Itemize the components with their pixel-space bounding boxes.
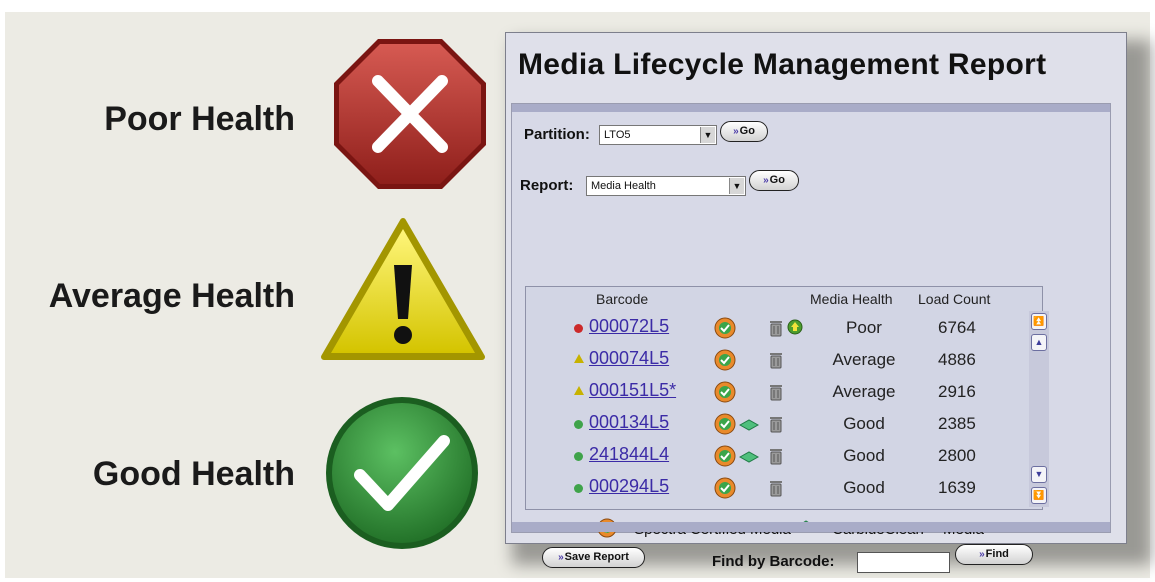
partition-go-button[interactable]: »Go (720, 121, 768, 142)
scroll-down-button[interactable]: ▼ (1031, 466, 1047, 483)
poor-health-stop-icon (330, 35, 490, 198)
load-count-cell: 2385 (938, 414, 976, 433)
barcode-link[interactable]: 000074L5 (589, 348, 669, 369)
average-health-label: Average Health (48, 277, 295, 315)
report-window: Media Lifecycle Management Report Partit… (505, 32, 1127, 573)
average-status-icon (574, 386, 584, 395)
double-chevron-right-icon: » (558, 552, 564, 563)
media-table: Barcode Media Health Load Count 000072L5… (525, 286, 1049, 510)
save-report-label: Save Report (564, 551, 629, 563)
double-chevron-right-icon: » (979, 549, 985, 560)
barcode-link[interactable]: 000072L5 (589, 316, 669, 337)
table-row: 000074L5 Average 4886 (526, 343, 1026, 375)
chevron-down-icon: ▼ (729, 178, 744, 194)
table-row: 000072L5 Poor 6764 (526, 311, 1026, 343)
panel-top-bar (512, 104, 1110, 112)
find-button[interactable]: »Find (955, 544, 1033, 565)
certified-media-icon (714, 445, 736, 472)
trash-icon[interactable] (769, 479, 783, 502)
report-go-button[interactable]: »Go (749, 170, 799, 191)
load-count-cell: 2800 (938, 446, 976, 465)
find-by-barcode-label: Find by Barcode: (712, 553, 835, 570)
find-barcode-input[interactable] (857, 552, 950, 573)
average-status-icon (574, 354, 584, 363)
good-status-icon (574, 420, 583, 429)
certified-media-icon (714, 317, 736, 344)
certified-media-icon (714, 413, 736, 440)
media-health-cell: Average (832, 350, 896, 369)
carbideclean-media-icon (738, 418, 760, 437)
col-header-media-health: Media Health (810, 291, 893, 307)
certified-media-icon (714, 381, 736, 408)
scroll-up-button[interactable]: ▲ (1031, 334, 1047, 351)
good-health-label: Good Health (92, 455, 295, 493)
save-report-button[interactable]: »Save Report (542, 547, 645, 568)
load-count-cell: 4886 (938, 350, 976, 369)
go-label: Go (739, 125, 755, 137)
certified-media-icon (714, 349, 736, 376)
partition-select[interactable]: LTO5 ▼ (599, 125, 717, 145)
good-health-check-icon (322, 393, 482, 558)
chevron-down-icon: ▼ (700, 127, 715, 143)
barcode-link[interactable]: 241844L4 (589, 444, 669, 465)
load-count-cell: 6764 (938, 318, 976, 337)
double-chevron-right-icon: » (733, 126, 739, 137)
report-value: Media Health (591, 180, 656, 192)
report-label: Report: (520, 177, 574, 194)
barcode-link[interactable]: 000294L5 (589, 476, 669, 497)
partition-label: Partition: (524, 126, 590, 143)
find-label: Find (985, 548, 1009, 560)
partition-value: LTO5 (604, 129, 631, 141)
trash-icon[interactable] (769, 447, 783, 470)
media-health-cell: Good (843, 478, 885, 497)
table-scrollbar[interactable]: ⏫ ▲ ▼ ⏬ (1029, 311, 1049, 507)
go-label: Go (769, 174, 785, 186)
table-row: 000151L5* Average 2916 (526, 375, 1026, 407)
media-health-cell: Poor (846, 318, 882, 337)
scroll-top-button[interactable]: ⏫ (1031, 313, 1047, 330)
media-health-cell: Good (843, 414, 885, 433)
report-title: Media Lifecycle Management Report (518, 48, 1047, 81)
table-row: 000294L5 Good 1639 (526, 471, 1026, 503)
carbideclean-media-icon (738, 450, 760, 469)
load-count-cell: 1639 (938, 478, 976, 497)
media-health-cell: Good (843, 446, 885, 465)
table-row: 241844L4 Good 2800 (526, 439, 1026, 471)
poor-status-icon (574, 324, 583, 333)
average-health-warning-icon (318, 215, 488, 370)
double-chevron-right-icon: » (763, 175, 769, 186)
panel-bottom-bar (512, 522, 1110, 532)
media-health-cell: Average (832, 382, 896, 401)
poor-health-label: Poor Health (104, 100, 295, 138)
col-header-barcode: Barcode (596, 291, 649, 307)
barcode-link[interactable]: 000134L5 (589, 412, 669, 433)
trash-icon[interactable] (769, 383, 783, 406)
report-panel: Partition: LTO5 ▼ »Go Report: Media Heal… (511, 103, 1111, 573)
eject-icon[interactable] (787, 319, 803, 340)
col-header-load-count: Load Count (918, 291, 991, 307)
barcode-link[interactable]: 000151L5* (589, 380, 676, 401)
trash-icon[interactable] (769, 351, 783, 374)
scroll-bottom-button[interactable]: ⏬ (1031, 487, 1047, 504)
report-select[interactable]: Media Health ▼ (586, 176, 746, 196)
trash-icon[interactable] (769, 415, 783, 438)
certified-media-icon (714, 477, 736, 504)
good-status-icon (574, 452, 583, 461)
good-status-icon (574, 484, 583, 493)
table-row: 000134L5 Good 2385 (526, 407, 1026, 439)
load-count-cell: 2916 (938, 382, 976, 401)
trash-icon[interactable] (769, 319, 783, 342)
